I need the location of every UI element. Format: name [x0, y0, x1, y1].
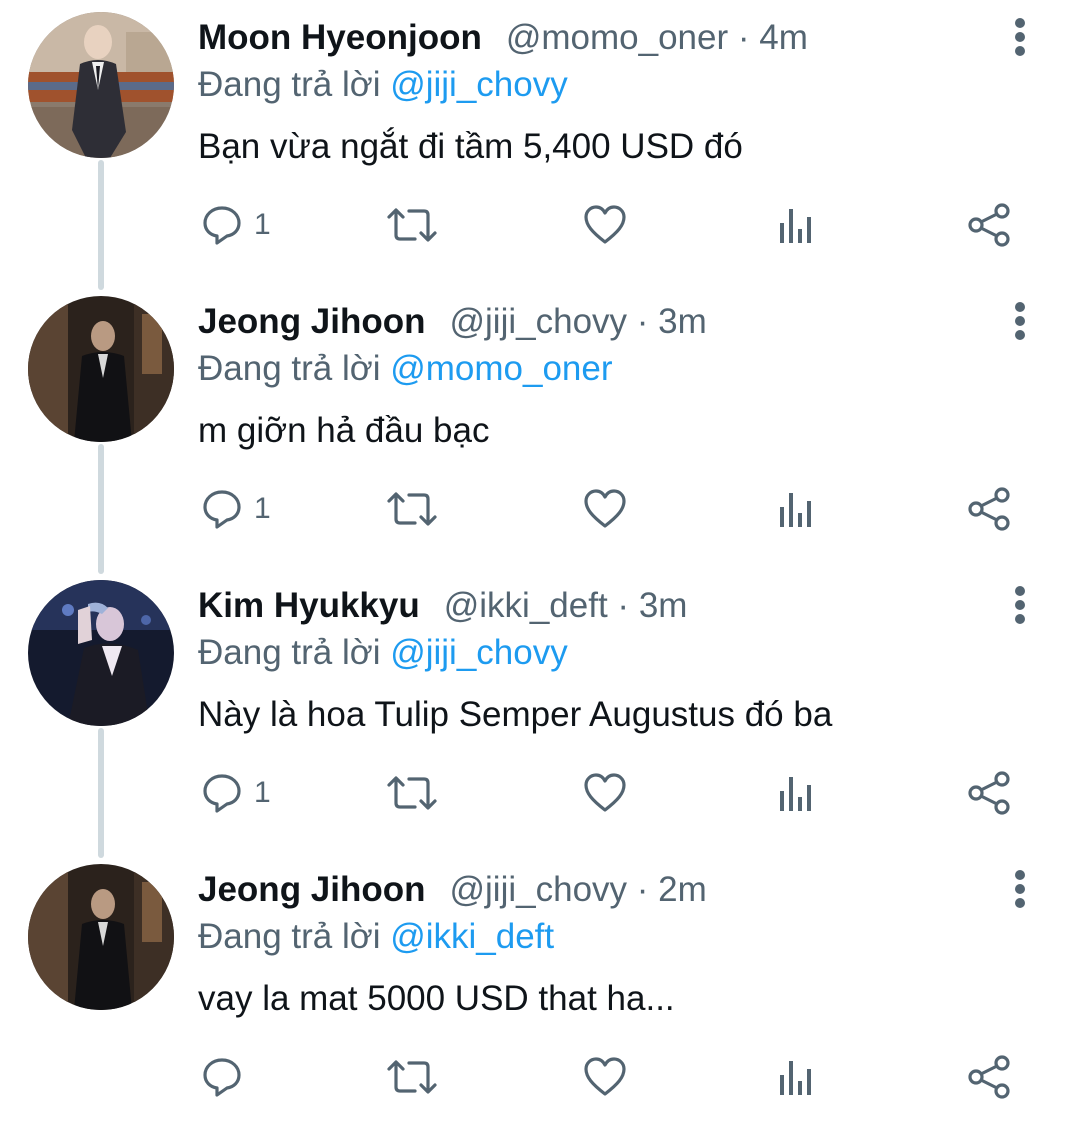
more-options-icon[interactable] [1002, 14, 1038, 60]
action-bar [0, 1042, 1080, 1112]
replying-to-label: Đang trả lời [198, 65, 381, 104]
display-name[interactable]: Jeong Jihoon [198, 302, 426, 341]
retweet-button[interactable] [385, 1042, 439, 1112]
replying-to-label: Đang trả lời [198, 633, 381, 672]
mention-link[interactable]: @jiji_chovy [390, 633, 568, 672]
replying-to: Đang trả lời @jiji_chovy [198, 62, 568, 108]
separator-dot: · [617, 586, 630, 625]
mention-link[interactable]: @momo_oner [390, 349, 612, 388]
replying-to: Đang trả lời @ikki_deft [198, 914, 554, 960]
tweet-header: Jeong Jihoon @jiji_chovy · 2m [198, 868, 707, 912]
display-name[interactable]: Kim Hyukkyu [198, 586, 420, 625]
heart-icon [584, 489, 626, 528]
share-icon [968, 771, 1010, 815]
reply-count: 1 [254, 492, 271, 525]
tweet-header: Jeong Jihoon @jiji_chovy · 3m [198, 300, 707, 344]
share-button[interactable] [966, 474, 1012, 544]
action-bar: 1 [0, 758, 1080, 828]
tweet[interactable]: Kim Hyukkyu @ikki_deft · 3m Đang trả lời … [0, 568, 1080, 852]
analytics-button[interactable] [776, 474, 816, 544]
tweet-text: Này là hoa Tulip Semper Augustus đó ba [198, 695, 833, 734]
avatar[interactable] [28, 864, 174, 1010]
timestamp[interactable]: 3m [639, 586, 688, 625]
tweet-text: vay la mat 5000 USD that ha... [198, 979, 675, 1018]
separator-dot: · [636, 870, 649, 909]
tweet-header: Moon Hyeonjoon @momo_oner · 4m [198, 16, 808, 60]
share-icon [968, 1055, 1010, 1099]
separator-dot: · [737, 18, 750, 57]
user-handle[interactable]: @jiji_chovy [450, 302, 628, 341]
bar-chart-icon [780, 209, 811, 243]
tweet[interactable]: Jeong Jihoon @jiji_chovy · 2m Đang trả lờ… [0, 852, 1080, 1136]
display-name[interactable]: Moon Hyeonjoon [198, 18, 482, 57]
action-bar: 1 [0, 474, 1080, 544]
user-handle[interactable]: @ikki_deft [444, 586, 608, 625]
like-button[interactable] [582, 474, 628, 544]
speech-bubble-icon [203, 1058, 241, 1097]
share-icon [968, 487, 1010, 531]
heart-icon [584, 1057, 626, 1096]
heart-icon [584, 205, 626, 244]
timestamp[interactable]: 4m [759, 18, 808, 57]
more-options-icon[interactable] [1002, 298, 1038, 344]
speech-bubble-icon [203, 774, 241, 813]
share-button[interactable] [966, 190, 1012, 260]
share-icon [968, 203, 1010, 247]
retweet-icon [387, 208, 437, 242]
retweet-icon [387, 776, 437, 810]
more-options-icon[interactable] [1002, 866, 1038, 912]
tweet-header: Kim Hyukkyu @ikki_deft · 3m [198, 584, 687, 628]
retweet-icon [387, 492, 437, 526]
replying-to-label: Đang trả lời [198, 349, 381, 388]
bar-chart-icon [780, 493, 811, 527]
share-button[interactable] [966, 758, 1012, 828]
mention-link[interactable]: @ikki_deft [390, 917, 554, 956]
replying-to-label: Đang trả lời [198, 917, 381, 956]
timestamp[interactable]: 3m [658, 302, 707, 341]
analytics-button[interactable] [776, 1042, 816, 1112]
avatar[interactable] [28, 296, 174, 442]
retweet-button[interactable] [385, 190, 439, 260]
replying-to: Đang trả lời @jiji_chovy [198, 630, 568, 676]
reply-button[interactable]: 1 [200, 474, 271, 544]
bar-chart-icon [780, 1061, 811, 1095]
display-name[interactable]: Jeong Jihoon [198, 870, 426, 909]
more-options-icon[interactable] [1002, 582, 1038, 628]
like-button[interactable] [582, 190, 628, 260]
share-button[interactable] [966, 1042, 1012, 1112]
replying-to: Đang trả lời @momo_oner [198, 346, 613, 392]
retweet-button[interactable] [385, 758, 439, 828]
speech-bubble-icon [203, 206, 241, 245]
reply-count: 1 [254, 776, 271, 809]
tweet-text: m giỡn hả đầu bạc [198, 411, 490, 450]
reply-button[interactable] [200, 1042, 254, 1112]
mention-link[interactable]: @jiji_chovy [390, 65, 568, 104]
analytics-button[interactable] [776, 758, 816, 828]
tweet-text: Bạn vừa ngắt đi tầm 5,400 USD đó [198, 127, 743, 166]
reply-button[interactable]: 1 [200, 190, 271, 260]
user-handle[interactable]: @momo_oner [506, 18, 728, 57]
avatar[interactable] [28, 12, 174, 158]
like-button[interactable] [582, 758, 628, 828]
tweet[interactable]: Moon Hyeonjoon @momo_oner · 4m Đang trả l… [0, 0, 1080, 284]
retweet-button[interactable] [385, 474, 439, 544]
separator-dot: · [636, 302, 649, 341]
timestamp[interactable]: 2m [658, 870, 707, 909]
like-button[interactable] [582, 1042, 628, 1112]
heart-icon [584, 773, 626, 812]
bar-chart-icon [780, 777, 811, 811]
reply-count: 1 [254, 208, 271, 241]
action-bar: 1 [0, 190, 1080, 260]
user-handle[interactable]: @jiji_chovy [450, 870, 628, 909]
retweet-icon [387, 1060, 437, 1094]
avatar[interactable] [28, 580, 174, 726]
tweet[interactable]: Jeong Jihoon @jiji_chovy · 3m Đang trả lờ… [0, 284, 1080, 568]
reply-button[interactable]: 1 [200, 758, 271, 828]
analytics-button[interactable] [776, 190, 816, 260]
speech-bubble-icon [203, 490, 241, 529]
